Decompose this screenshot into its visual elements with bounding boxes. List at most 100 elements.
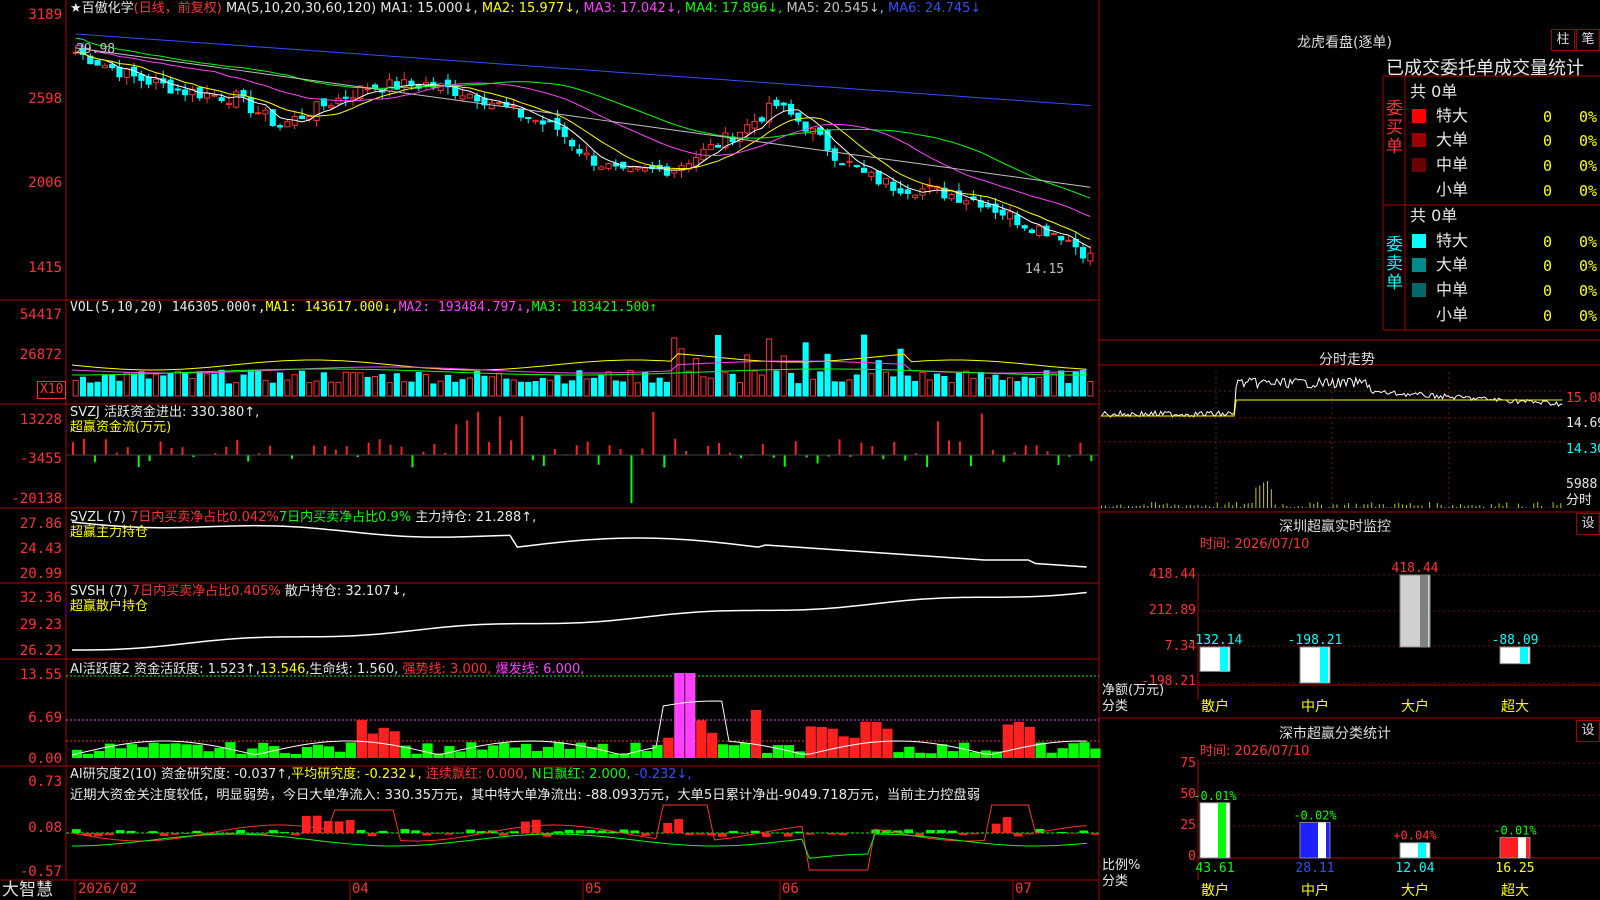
intraday-volume-bar — [1112, 506, 1114, 508]
bar-mode-button[interactable]: 柱 — [1551, 29, 1575, 51]
ma-line — [75, 37, 1091, 199]
volume-bar — [963, 370, 970, 397]
candle — [255, 112, 262, 115]
flow-bar — [794, 441, 797, 455]
volume-bar — [408, 381, 415, 397]
activity-bar — [1079, 742, 1090, 758]
research-bar — [291, 833, 300, 836]
activity-bar — [531, 750, 543, 758]
volume-bar — [985, 377, 992, 397]
color-swatch-huge — [1412, 234, 1426, 248]
volume-bar — [904, 375, 911, 397]
activity-bar — [148, 742, 159, 758]
volume-bar — [313, 380, 320, 397]
ma4-value: MA4: 17.896↓, — [684, 1, 783, 16]
flow-bar — [948, 440, 950, 455]
svzl-p3: 主力持仓: 21.288↑, — [415, 510, 537, 525]
volume-bar — [598, 374, 605, 397]
candle — [1050, 233, 1057, 236]
app-brand[interactable]: 大智慧 — [2, 880, 53, 900]
buy-row-label: 中单 — [1436, 155, 1469, 174]
flow-bar — [1079, 442, 1082, 455]
research-bar — [301, 815, 311, 833]
monitor-ylabel: 净额(万元) — [1102, 683, 1165, 698]
volume-bar — [488, 376, 495, 397]
activity-bar — [816, 727, 827, 758]
flow-bar — [312, 445, 315, 455]
activity-bar — [893, 752, 904, 758]
research-bar — [1002, 817, 1012, 833]
volume-bar — [817, 371, 824, 397]
activity-bar — [466, 742, 477, 758]
intraday-volume-bar — [1313, 503, 1315, 508]
research-bar — [1079, 830, 1089, 833]
net-amount-bar-shade — [1220, 647, 1228, 672]
research-bar — [641, 833, 651, 836]
intraday-volume-bar — [1517, 503, 1519, 508]
category-label: 超大 — [1501, 699, 1529, 715]
activity-bar — [367, 733, 378, 758]
volume-bar — [860, 334, 868, 397]
intraday-volume-bar — [1348, 503, 1350, 508]
flow-bar — [1046, 451, 1049, 455]
intraday-volume-bar — [1421, 505, 1423, 508]
flow-bar — [148, 455, 151, 462]
volume-bar — [160, 375, 167, 397]
ratio-bar-shade — [1418, 842, 1426, 858]
vol-header: VOL(5,10,20) 146305.000↑,MA1: 143617.000… — [70, 300, 657, 315]
flow-bar — [783, 455, 786, 467]
intraday-volume-bar — [1355, 503, 1357, 508]
flow-bar — [345, 446, 348, 455]
research-bar — [750, 830, 760, 833]
candle — [576, 148, 583, 154]
intraday-volume-bar — [1371, 502, 1373, 508]
candle — [605, 163, 612, 169]
volume-bar — [72, 380, 79, 397]
intraday-volume-bar — [1263, 482, 1265, 508]
chart-canvas[interactable]: -132.14散户-198.21中户418.44大户-88.09超大-0.01%… — [0, 0, 1600, 900]
volume-bar — [999, 379, 1006, 397]
vol-ma3: MA3: 183421.500↑ — [531, 300, 658, 315]
volume-bar — [138, 371, 145, 397]
date-label: 2026/02 — [78, 881, 138, 897]
candle — [474, 95, 481, 102]
volume-bar — [707, 377, 714, 397]
period-label[interactable]: (日线，前复权) — [134, 1, 222, 16]
sell-row-label: 小单 — [1436, 305, 1469, 324]
vol-scale-box[interactable]: X10 — [37, 381, 67, 399]
stats-settings-button[interactable]: 设 — [1576, 720, 1600, 742]
intraday-axis-label: 分时 — [1566, 493, 1593, 508]
volume-bar — [174, 370, 181, 397]
tick-mode-button[interactable]: 笔 — [1576, 29, 1600, 51]
candle — [707, 144, 714, 151]
activity-bar — [477, 749, 488, 758]
svsh-axis-label: 29.23 — [19, 617, 62, 633]
activity-bar — [258, 742, 269, 758]
volume-bar — [437, 380, 444, 397]
intraday-volume-bar — [1309, 502, 1311, 508]
activity-bar — [827, 728, 838, 758]
price-header: ★百傲化学(日线，前复权) MA(5,10,20,30,60,120) MA1:… — [70, 1, 981, 16]
candle — [1028, 229, 1036, 233]
activity-bar — [718, 744, 729, 758]
intraday-volume-bar — [1212, 507, 1214, 508]
monitor-settings-button[interactable]: 设 — [1576, 513, 1600, 535]
volume-bar — [94, 381, 101, 397]
vol-ma1: MA1: 143617.000↓, — [265, 300, 399, 315]
research-bar — [597, 830, 607, 833]
volume-bar — [926, 379, 933, 397]
stats-time: 时间: 2026/07/10 — [1200, 744, 1310, 759]
intraday-volume-bar — [1402, 504, 1404, 508]
candle — [152, 78, 160, 83]
buy-total: 共 0单 — [1410, 82, 1458, 101]
flow-bar — [400, 446, 403, 455]
color-swatch-large — [1412, 258, 1426, 272]
flow-bar — [630, 455, 633, 503]
stock-name[interactable]: ★百傲化学 — [70, 1, 134, 16]
svzl-p2: 7日内买卖净占比0.9% — [278, 510, 412, 525]
svzl-header: SVZL (7) 7日内买卖净占比0.042%7日内买卖净占比0.9% 主力持仓… — [70, 510, 536, 525]
research-bar — [499, 833, 508, 836]
candle — [868, 171, 875, 177]
research-bar — [783, 833, 793, 837]
intraday-volume-bar — [1479, 505, 1481, 508]
